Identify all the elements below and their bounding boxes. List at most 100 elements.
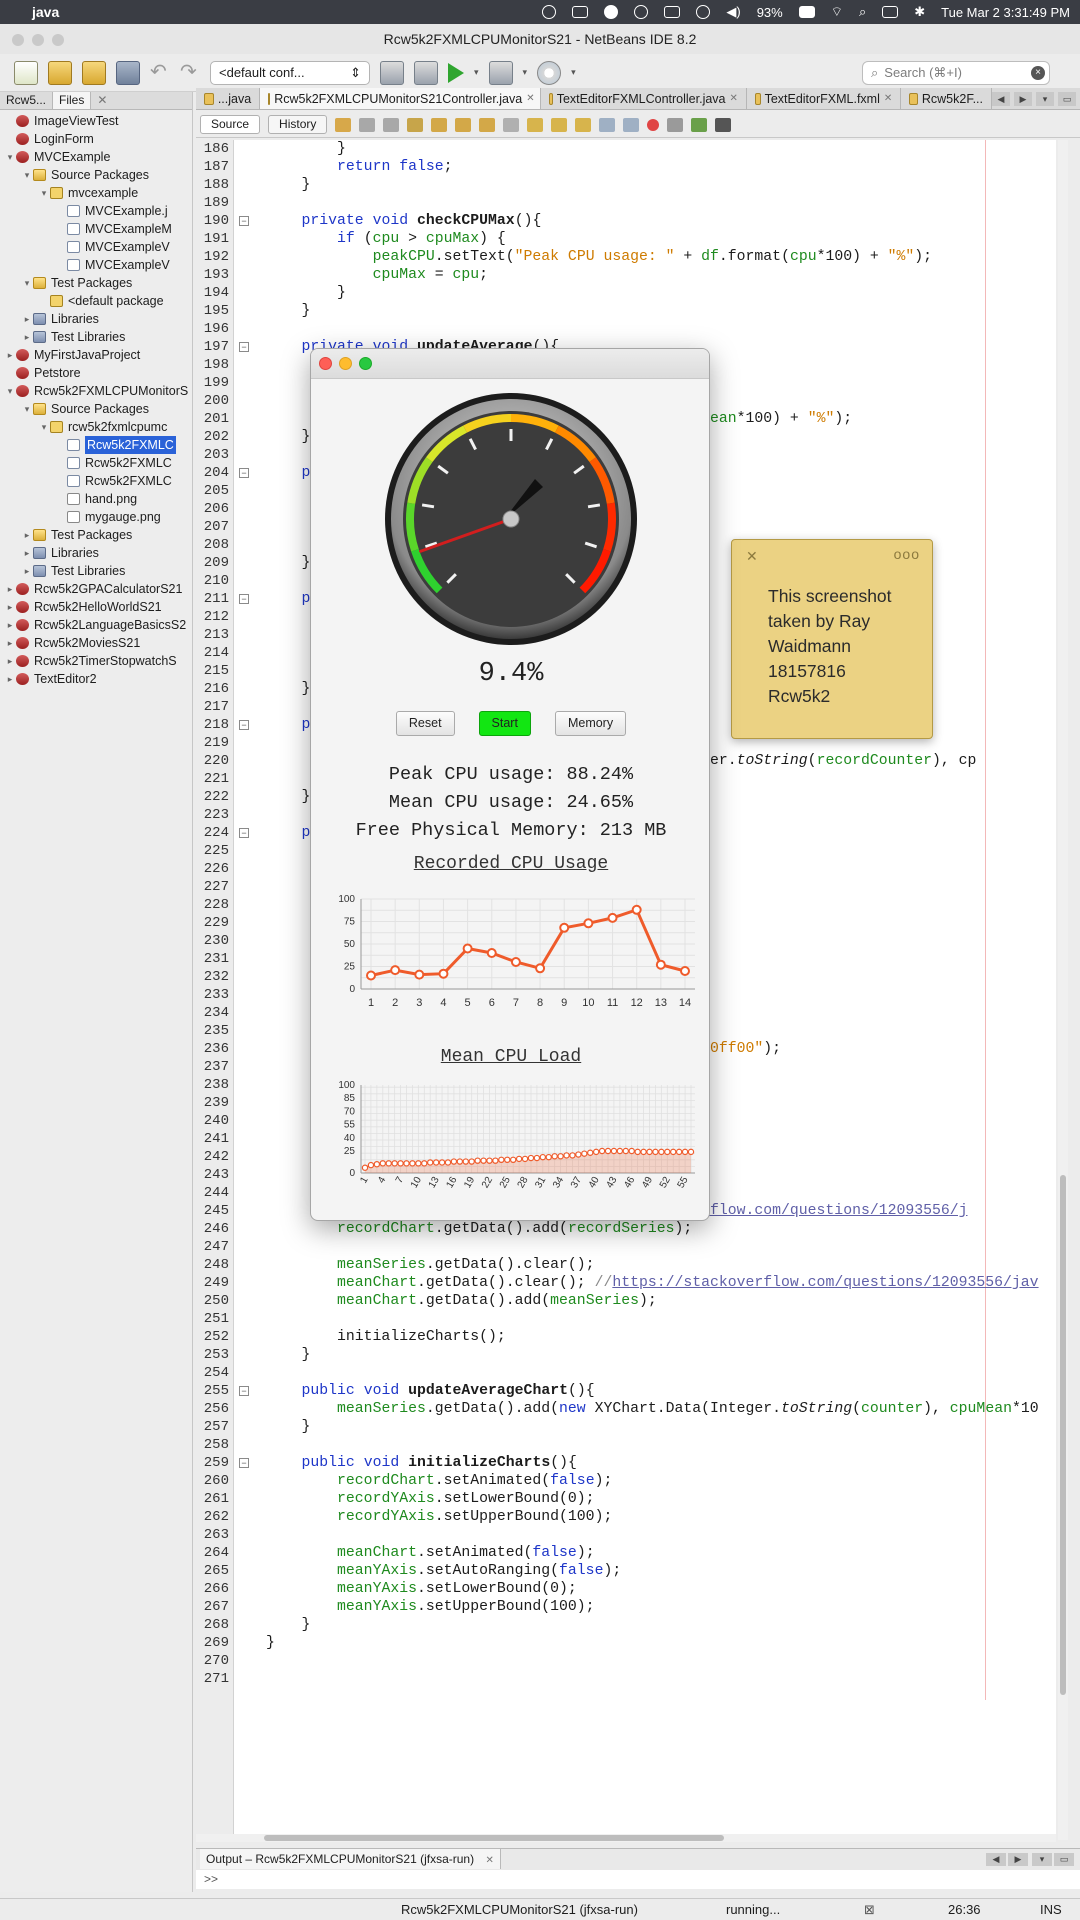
stop-macro-icon[interactable] [667, 117, 684, 132]
clean-build-icon[interactable] [414, 60, 438, 85]
tree-item[interactable]: MVCExampleM [0, 220, 192, 238]
tree-item[interactable]: ▾ rcw5k2fxmlcpumc [0, 418, 192, 436]
uncomment-icon[interactable] [715, 117, 732, 132]
fold-toggle-icon[interactable]: − [239, 720, 249, 730]
code-line[interactable] [266, 1670, 1039, 1688]
tree-item[interactable]: ▾ MVCExample [0, 148, 192, 166]
expand-toggle-icon[interactable]: ▸ [4, 616, 16, 634]
code-line[interactable]: initializeCharts(); [266, 1328, 1039, 1346]
scroll-thumb[interactable] [1060, 1175, 1066, 1695]
close-window-button[interactable] [12, 34, 24, 46]
next-bookmark-icon[interactable] [551, 117, 568, 132]
tree-item[interactable]: ▸ Libraries [0, 544, 192, 562]
code-line[interactable]: recordChart.setAnimated(false); [266, 1472, 1039, 1490]
output-minimize-icon[interactable]: ▭ [1054, 1853, 1074, 1866]
history-view-button[interactable]: History [268, 115, 328, 134]
tree-item[interactable]: Rcw5k2FXMLC [0, 436, 192, 454]
wifi-icon[interactable]: ⌔ [831, 4, 843, 20]
expand-toggle-icon[interactable]: ▾ [38, 184, 50, 202]
output-scroll-left-icon[interactable]: ◀ [986, 1853, 1006, 1866]
reset-button[interactable]: Reset [395, 711, 455, 736]
tree-item[interactable]: ▸ Rcw5k2LanguageBasicsS2 [0, 616, 192, 634]
shift-left-icon[interactable] [599, 117, 616, 132]
code-line[interactable]: meanChart.setAnimated(false); [266, 1544, 1039, 1562]
code-line[interactable] [266, 1238, 1039, 1256]
code-line[interactable]: meanChart.getData().add(meanSeries); [266, 1292, 1039, 1310]
zoom-status-icon[interactable] [572, 6, 589, 18]
minimize-app-button[interactable] [339, 357, 352, 370]
play-status-icon[interactable] [696, 5, 711, 19]
editor-tab[interactable]: TextEditorFXML.fxml ✕ [747, 88, 902, 109]
fold-toggle-icon[interactable]: − [239, 342, 249, 352]
tab-projects[interactable]: Rcw5... [0, 92, 54, 109]
code-line[interactable]: recordYAxis.setUpperBound(100); [266, 1508, 1039, 1526]
editor-horizontal-scrollbar[interactable] [196, 1834, 1056, 1842]
code-line[interactable] [266, 1526, 1039, 1544]
note-options-icon[interactable]: ooo [894, 546, 920, 562]
tree-item[interactable]: MVCExampleV [0, 238, 192, 256]
code-line[interactable]: meanYAxis.setAutoRanging(false); [266, 1562, 1039, 1580]
code-line[interactable]: cpuMax = cpu; [266, 266, 1039, 284]
code-line[interactable]: return false; [266, 158, 1039, 176]
code-line[interactable]: } [266, 302, 1039, 320]
code-line[interactable]: private void checkCPUMax(){ [266, 212, 1039, 230]
code-line[interactable]: } [266, 1346, 1039, 1364]
close-output-tab-icon[interactable]: ✕ [485, 1855, 493, 1866]
editor-tab[interactable]: Rcw5k2FXMLCPUMonitorS21Controller.java ✕ [260, 88, 542, 109]
tree-item[interactable]: <default package [0, 292, 192, 310]
tree-item[interactable]: MVCExampleV [0, 256, 192, 274]
volume-icon[interactable]: ◀) [726, 4, 740, 20]
new-project-icon[interactable] [48, 60, 72, 85]
tree-item[interactable]: MVCExample.j [0, 202, 192, 220]
search-box[interactable]: ⌕ Search (⌘+I) × [862, 61, 1050, 85]
zoom-window-button[interactable] [52, 34, 64, 46]
code-line[interactable]: } [266, 1616, 1039, 1634]
start-macro-icon[interactable] [647, 118, 660, 131]
editor-tab[interactable]: ...java [196, 88, 261, 109]
code-line[interactable] [266, 1364, 1039, 1382]
close-tab-icon[interactable]: ✕ [884, 88, 892, 109]
expand-toggle-icon[interactable]: ▾ [21, 274, 33, 292]
editor-tab[interactable]: TextEditorFXMLController.java ✕ [541, 88, 747, 109]
zoom-app-button[interactable] [359, 357, 372, 370]
cancel-task-icon[interactable]: ⊠ [864, 1902, 875, 1918]
tree-item[interactable]: ▾ Rcw5k2FXMLCPUMonitorS [0, 382, 192, 400]
scroll-thumb[interactable] [264, 1835, 724, 1841]
code-line[interactable] [266, 320, 1039, 338]
toggle-highlight-icon[interactable] [479, 117, 496, 132]
toggle-rect-selection-icon[interactable] [503, 117, 520, 132]
editor-vertical-scrollbar[interactable] [1058, 140, 1068, 1840]
note-text[interactable]: This screenshot taken by Ray Waidmann 18… [768, 584, 892, 709]
fold-toggle-icon[interactable]: − [239, 1458, 249, 1468]
show-opened-documents-icon[interactable]: ▾ [1036, 91, 1054, 106]
code-line[interactable]: recordYAxis.setLowerBound(0); [266, 1490, 1039, 1508]
tree-item[interactable]: ImageViewTest [0, 112, 192, 130]
code-line[interactable]: recordChart.getData().add(recordSeries); [266, 1220, 1039, 1238]
tree-item[interactable]: LoginForm [0, 130, 192, 148]
expand-toggle-icon[interactable]: ▸ [4, 670, 16, 688]
fold-toggle-icon[interactable]: − [239, 594, 249, 604]
tree-item[interactable]: ▸ TextEditor2 [0, 670, 192, 688]
tree-item[interactable]: ▾ Source Packages [0, 400, 192, 418]
fold-toggle-icon[interactable]: − [239, 828, 249, 838]
code-line[interactable] [266, 194, 1039, 212]
code-line[interactable]: } [266, 284, 1039, 302]
close-app-button[interactable] [319, 357, 332, 370]
profile-icon[interactable] [537, 60, 562, 85]
window-manager-icon[interactable] [664, 6, 681, 18]
run-icon[interactable] [448, 62, 464, 83]
code-line[interactable]: } [266, 176, 1039, 194]
redo-icon[interactable]: ↷ [180, 61, 200, 85]
code-line[interactable]: public void updateAverageChart(){ [266, 1382, 1039, 1400]
source-view-button[interactable]: Source [200, 115, 261, 134]
shift-right-icon[interactable] [623, 117, 640, 132]
editor-tab[interactable]: Rcw5k2F... [901, 88, 992, 109]
back-icon[interactable] [359, 117, 376, 132]
start-button[interactable]: Start [478, 711, 531, 736]
code-line[interactable] [266, 1310, 1039, 1328]
expand-toggle-icon[interactable]: ▸ [4, 346, 16, 364]
expand-toggle-icon[interactable]: ▾ [4, 382, 16, 400]
code-line[interactable]: meanYAxis.setLowerBound(0); [266, 1580, 1039, 1598]
expand-toggle-icon[interactable]: ▸ [21, 328, 33, 346]
code-line[interactable]: meanSeries.getData().add(new XYChart.Dat… [266, 1400, 1039, 1418]
